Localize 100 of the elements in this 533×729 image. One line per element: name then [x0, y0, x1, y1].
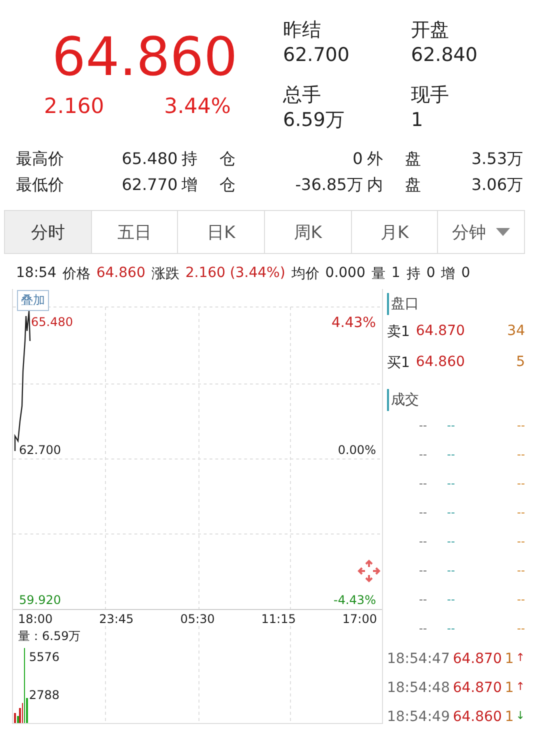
- summary-value: 1: [411, 108, 424, 133]
- period-tab[interactable]: 月K: [352, 211, 438, 253]
- empty-value: --: [517, 419, 525, 434]
- empty-value: --: [418, 564, 428, 579]
- info-text: 0: [461, 265, 470, 283]
- stat-label: 最低价: [16, 174, 65, 196]
- empty-value: --: [446, 564, 455, 579]
- trade-time: 18:54:49: [386, 709, 450, 727]
- info-text: 均价: [291, 265, 320, 284]
- time-label: 17:00: [342, 612, 377, 626]
- direction-arrow: ↑: [516, 651, 525, 666]
- book-label: 卖1: [386, 323, 410, 342]
- section-title: 成交: [386, 389, 525, 411]
- axis-label: 62.700: [19, 443, 61, 457]
- info-text: 涨跌: [151, 265, 180, 284]
- stat-value: 65.480: [120, 148, 178, 170]
- period-tab[interactable]: 五日: [92, 211, 178, 253]
- empty-value: --: [517, 564, 525, 579]
- time-label: 11:15: [261, 612, 296, 626]
- empty-value: --: [446, 593, 455, 608]
- info-text: 价格: [62, 265, 90, 284]
- last-price: 64.860: [51, 28, 238, 88]
- info-text: 2.160 (3.44%): [185, 265, 286, 283]
- section-title: 盘口: [386, 293, 525, 315]
- empty-value: --: [418, 593, 428, 608]
- trade-volume: 1: [504, 680, 514, 698]
- price-change: 2.160: [44, 94, 104, 118]
- empty-value: --: [446, 419, 455, 434]
- trade-price: 64.860: [452, 709, 502, 727]
- trade-price: 64.870: [452, 680, 502, 698]
- period-tab[interactable]: 分时: [5, 211, 92, 253]
- empty-value: --: [418, 535, 428, 550]
- empty-value: --: [418, 419, 428, 434]
- summary-label: 昨结: [283, 18, 322, 43]
- info-text: 64.860: [96, 265, 146, 283]
- empty-value: --: [446, 448, 455, 463]
- empty-value: --: [418, 477, 428, 492]
- stat-label: 外盘: [366, 148, 425, 170]
- empty-value: --: [446, 477, 455, 492]
- stat-value: -36.85万: [294, 174, 363, 196]
- summary-label: 现手: [411, 83, 450, 108]
- info-text: 18:54: [16, 265, 56, 283]
- empty-value: --: [418, 506, 428, 521]
- time-label: 18:00: [18, 612, 53, 626]
- axis-label: 2788: [29, 688, 60, 702]
- empty-value: --: [517, 535, 525, 550]
- axis-label: -4.43%: [334, 593, 376, 607]
- trade-price: 64.870: [452, 651, 502, 669]
- info-text: 持: [406, 265, 420, 284]
- trade-time: 18:54:47: [386, 651, 450, 669]
- info-text: 量: [371, 265, 386, 284]
- empty-value: --: [446, 535, 455, 550]
- period-tab[interactable]: 周K: [265, 211, 352, 253]
- empty-value: --: [517, 506, 525, 521]
- stat-value: 3.06万: [470, 174, 523, 196]
- trade-volume: 1: [504, 709, 514, 727]
- overlay-button[interactable]: 叠加: [17, 290, 49, 311]
- info-text: 1: [391, 265, 400, 283]
- axis-label: 0.00%: [338, 443, 376, 457]
- axis-label: 65.480: [31, 315, 73, 329]
- book-volume: 5: [516, 354, 525, 372]
- period-tab[interactable]: 分钟: [438, 211, 524, 253]
- move-icon[interactable]: [355, 557, 383, 585]
- axis-label: 4.43%: [331, 315, 376, 333]
- empty-value: --: [517, 593, 525, 608]
- empty-value: --: [517, 448, 525, 463]
- empty-value: --: [418, 622, 428, 637]
- stat-value: 3.53万: [470, 148, 523, 170]
- book-label: 买1: [386, 354, 410, 373]
- empty-value: --: [446, 622, 455, 637]
- info-text: 0.000: [325, 265, 366, 283]
- summary-label: 开盘: [411, 18, 450, 43]
- change-percent: 3.44%: [164, 94, 231, 118]
- trade-volume: 1: [504, 651, 514, 669]
- summary-value: 62.840: [411, 43, 478, 68]
- stat-label: 持仓: [180, 148, 240, 170]
- axis-label: 59.920: [19, 593, 61, 607]
- stat-label: 增仓: [180, 174, 240, 196]
- book-volume: 34: [507, 323, 525, 341]
- empty-value: --: [517, 477, 525, 492]
- trade-time: 18:54:48: [386, 680, 450, 698]
- empty-value: --: [446, 506, 455, 521]
- summary-label: 总手: [283, 83, 322, 108]
- volume-label: 量：6.59万: [18, 628, 81, 645]
- stat-label: 最高价: [16, 148, 65, 170]
- empty-value: --: [418, 448, 428, 463]
- direction-arrow: ↓: [516, 709, 525, 724]
- time-label: 23:45: [99, 612, 134, 626]
- book-price: 64.870: [416, 323, 465, 341]
- period-tab[interactable]: 日K: [178, 211, 266, 253]
- summary-value: 6.59万: [283, 108, 346, 133]
- stat-label: 内盘: [366, 174, 425, 196]
- summary-value: 62.700: [283, 43, 350, 68]
- stat-value: 62.770: [120, 174, 178, 196]
- info-text: 增: [441, 265, 456, 284]
- time-label: 05:30: [180, 612, 215, 626]
- axis-label: 5576: [29, 650, 60, 664]
- book-price: 64.860: [416, 354, 465, 372]
- stat-value: 0: [352, 148, 363, 170]
- empty-value: --: [517, 622, 525, 637]
